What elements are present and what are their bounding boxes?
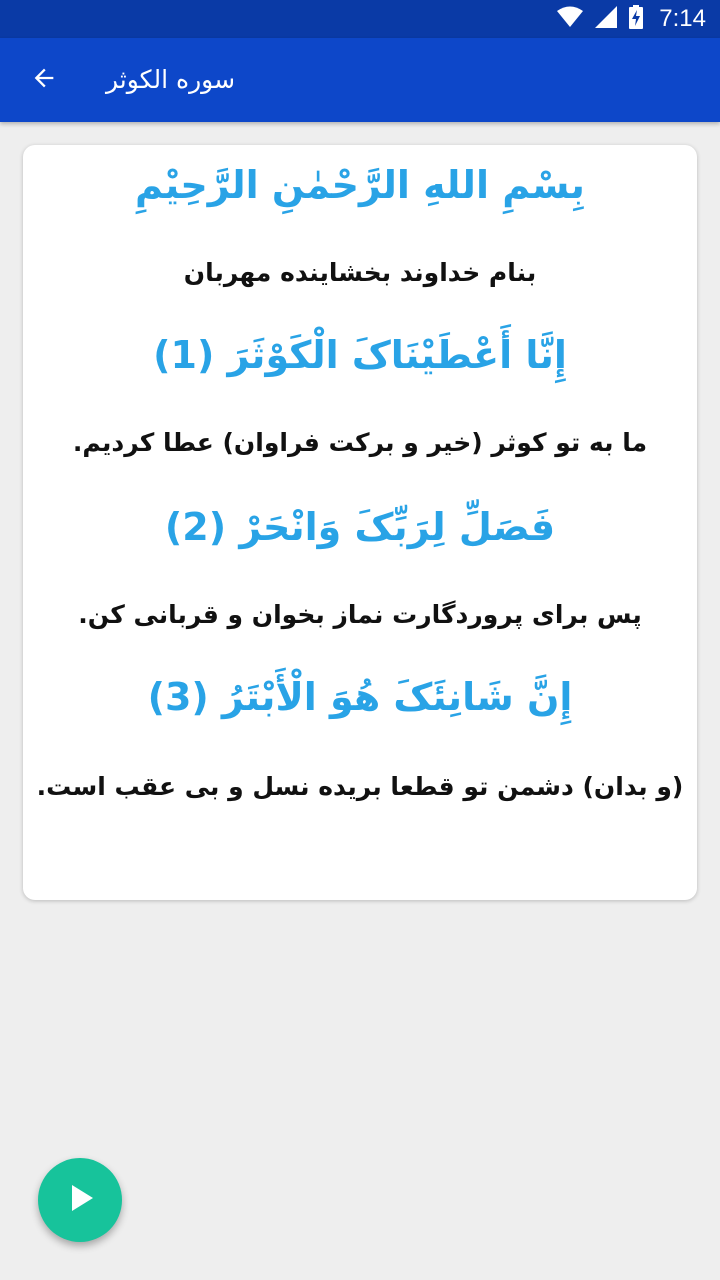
play-button[interactable] [38,1158,122,1242]
verse-1-arabic: إِنَّا أَعْطَيْنَاکَ الْکَوْثَرَ (1) [153,333,567,377]
page-title: سوره الکوثر [106,65,236,94]
verse-3-translation: (و بدان) دشمن تو قطعا بریده نسل و بی عقب… [36,772,684,801]
bismillah-translation: بنام خداوند بخشاینده مهربان [183,258,537,287]
app-bar: سوره الکوثر [0,38,720,122]
battery-charging-icon [629,5,644,33]
arrow-back-icon [30,64,58,96]
bismillah-arabic: بِسْمِ اللهِ الرَّحْمٰنِ الرَّحِیْمِ [135,163,585,207]
status-icons: 7:14 [557,0,706,38]
back-button[interactable] [20,56,68,104]
verse-2-translation: پس برای پروردگارت نماز بخوان و قربانی کن… [78,600,642,629]
verse-2-arabic: فَصَلِّ لِرَبِّکَ وَانْحَرْ (2) [164,505,556,549]
wifi-icon [557,6,584,32]
verse-1-translation: ما به تو کوثر (خیر و برکت فراوان) عطا کر… [72,428,648,457]
signal-icon [595,6,618,32]
verse-3-arabic: إِنَّ شَانِئَکَ هُوَ الْأَبْتَرُ (3) [147,675,573,719]
play-icon [63,1181,97,1219]
status-time: 7:14 [659,5,706,32]
surah-card: بِسْمِ اللهِ الرَّحْمٰنِ الرَّحِیْمِ بنا… [23,145,697,900]
status-bar: 7:14 [0,0,720,38]
